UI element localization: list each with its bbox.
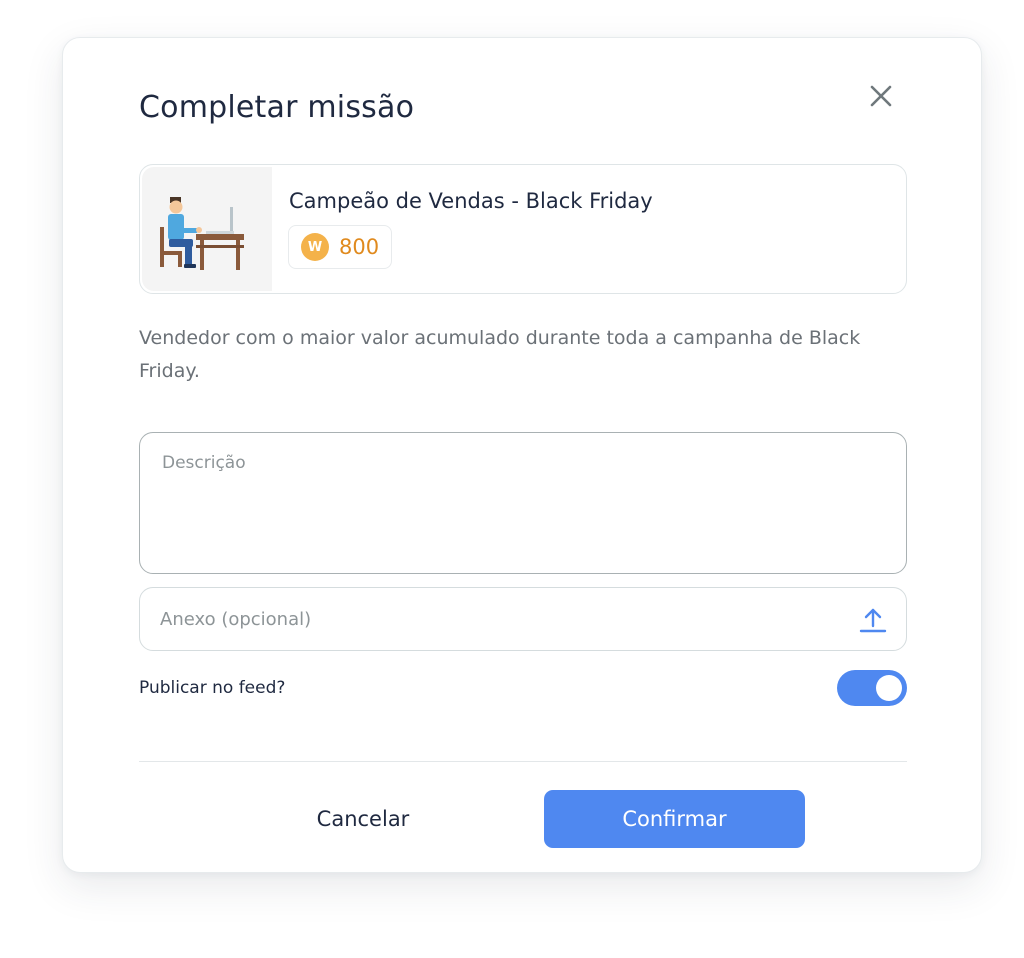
description-field[interactable] — [140, 433, 906, 573]
mission-description: Vendedor com o maior valor acumulado dur… — [139, 327, 861, 382]
attachment-label: Anexo (opcional) — [160, 609, 312, 630]
modal-title: Completar missão — [139, 90, 415, 125]
person-at-desk-illustration — [160, 197, 244, 270]
publish-feed-label: Publicar no feed? — [139, 678, 286, 698]
coin-icon: W — [301, 233, 329, 261]
points-value: 800 — [339, 235, 380, 259]
attachment-field[interactable]: Anexo (opcional) — [139, 587, 907, 651]
mission-card: Campeão de Vendas - Black Friday W 800 — [139, 164, 907, 294]
close-button[interactable] — [864, 79, 898, 113]
points-badge: W 800 — [288, 225, 393, 269]
footer-divider — [139, 761, 907, 762]
mission-image — [142, 167, 272, 291]
complete-mission-modal: Completar missão Campeão de Vendas - Bla… — [62, 37, 982, 873]
close-icon — [870, 85, 892, 107]
description-field-wrapper — [139, 432, 907, 574]
publish-feed-toggle[interactable] — [837, 670, 907, 706]
upload-icon[interactable] — [856, 603, 890, 637]
mission-name: Campeão de Vendas - Black Friday — [289, 189, 653, 213]
cancel-button[interactable]: Cancelar — [263, 790, 463, 848]
toggle-knob — [876, 675, 902, 701]
confirm-button[interactable]: Confirmar — [544, 790, 805, 848]
